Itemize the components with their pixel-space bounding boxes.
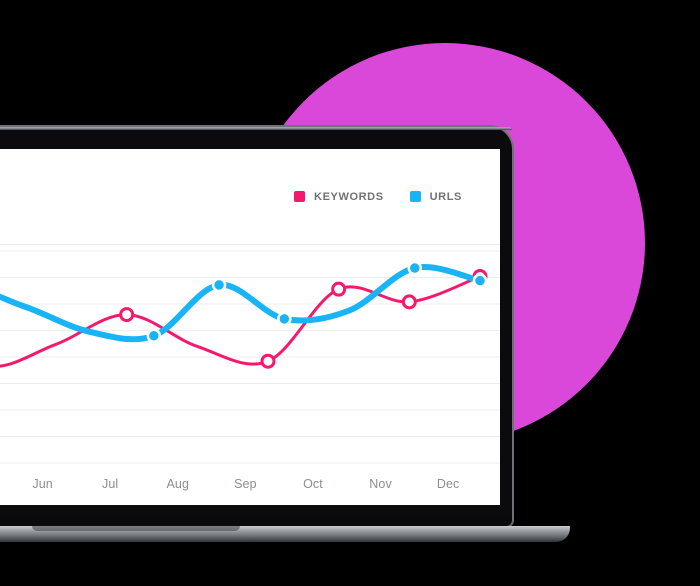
x-axis-label: Oct <box>303 477 323 491</box>
data-point-urls[interactable] <box>277 311 292 327</box>
chart-area: MarAprMayJunJulAugSepOctNovDec <box>0 245 500 505</box>
legend-item-urls[interactable]: URLS <box>409 190 462 203</box>
data-point-keywords[interactable] <box>331 281 347 297</box>
data-point-urls[interactable] <box>407 260 423 276</box>
data-point-urls[interactable] <box>472 273 488 288</box>
data-point-keywords[interactable] <box>260 353 276 369</box>
legend-swatch-keywords <box>294 191 306 202</box>
legend-label-urls: URLS <box>429 190 462 203</box>
x-axis-label: Nov <box>369 477 392 491</box>
scene-root: Statistics KEYWORDS URLS <box>0 0 700 586</box>
x-axis-label: Jun <box>32 477 53 491</box>
series-line-urls <box>0 264 483 343</box>
data-point-keywords[interactable] <box>401 294 417 310</box>
laptop-mockup: Statistics KEYWORDS URLS <box>0 127 570 547</box>
x-axis-label: Sep <box>234 477 257 491</box>
x-axis-label: Dec <box>436 477 460 491</box>
legend-swatch-urls <box>409 191 421 202</box>
legend-label-keywords: KEYWORDS <box>314 190 384 203</box>
statistics-card: Statistics KEYWORDS URLS <box>0 149 500 505</box>
laptop-lid: Statistics KEYWORDS URLS <box>0 127 512 526</box>
laptop-base <box>0 526 570 542</box>
x-axis-label: May <box>0 477 9 493</box>
data-point-keywords[interactable] <box>119 307 135 323</box>
x-axis-label: Jul <box>102 477 119 491</box>
chart-gridlines <box>0 250 500 464</box>
line-chart <box>0 250 500 464</box>
chart-series-layer <box>0 260 488 369</box>
x-axis-labels: MarAprMayJunJulAugSepOctNovDec <box>0 477 500 493</box>
laptop-screen: Statistics KEYWORDS URLS <box>0 149 500 505</box>
data-point-urls[interactable] <box>211 277 227 293</box>
legend-item-keywords[interactable]: KEYWORDS <box>294 191 384 203</box>
x-axis-label: Aug <box>166 477 190 491</box>
chart-legend: KEYWORDS URLS <box>294 191 462 203</box>
card-header: Statistics KEYWORDS URLS <box>0 149 500 245</box>
data-point-urls[interactable] <box>146 328 162 344</box>
